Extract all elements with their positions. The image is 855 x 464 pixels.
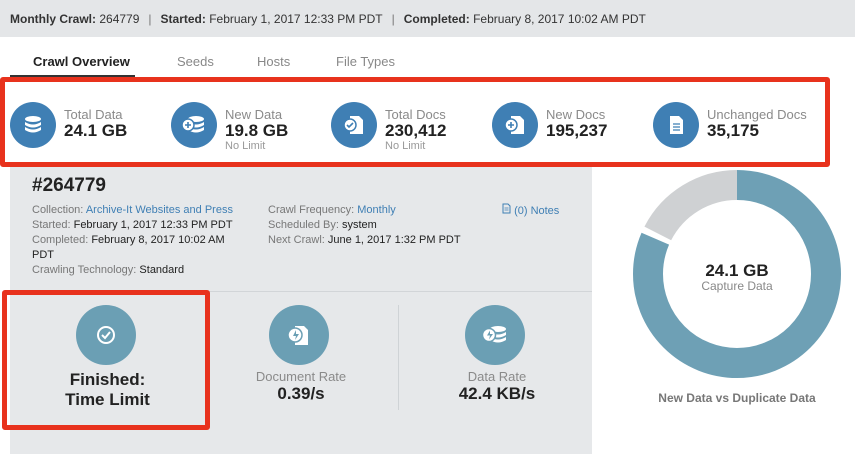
data-rate-icon xyxy=(465,305,525,365)
frequency-label: Crawl Frequency: xyxy=(268,204,355,216)
frequency-link[interactable]: Monthly xyxy=(357,204,396,216)
stat-limit: No Limit xyxy=(225,140,266,152)
started-label: Started: xyxy=(160,11,206,26)
document-rate-icon xyxy=(269,305,329,365)
tab-seeds[interactable]: Seeds xyxy=(177,54,214,69)
crawl-meta-right: Crawl Frequency: Monthly Scheduled By: s… xyxy=(268,203,498,248)
stat-value: 24.1 GB xyxy=(64,121,128,140)
donut-title: New Data vs Duplicate Data xyxy=(658,391,816,405)
stat-label: Total Docs xyxy=(385,107,446,122)
document-rate-value: 0.39/s xyxy=(277,384,325,403)
tab-crawl-overview[interactable]: Crawl Overview xyxy=(33,54,130,69)
collection-link[interactable]: Archive-It Websites and Press xyxy=(86,204,233,216)
next-crawl-value: June 1, 2017 1:32 PM PDT xyxy=(327,234,461,246)
stat-label: Total Data xyxy=(64,107,123,122)
document-rate-label: Document Rate xyxy=(255,369,347,384)
donut-center-value: 24.1 GB xyxy=(705,261,769,280)
stat-label: New Docs xyxy=(546,107,606,122)
completed-label: Completed: xyxy=(403,11,470,26)
completed-label: Completed: xyxy=(32,234,89,246)
started-value: February 1, 2017 12:33 PM PDT xyxy=(73,219,233,231)
completed-value: February 8, 2017 10:02 AM xyxy=(91,234,225,246)
donut-center-label: Capture Data xyxy=(701,279,773,293)
completed-value: February 8, 2017 10:02 AM PDT xyxy=(473,11,646,26)
status-highlight-box xyxy=(2,290,210,430)
separator: | xyxy=(148,11,152,26)
scheduled-label: Scheduled By: xyxy=(268,219,339,231)
stat-value: 230,412 xyxy=(385,121,447,140)
stat-value: 19.8 GB xyxy=(225,121,289,140)
stat-value: 35,175 xyxy=(707,121,759,140)
collection-label: Collection: xyxy=(32,204,84,216)
document-add-icon xyxy=(492,102,538,148)
notes-link[interactable]: (0) Notes xyxy=(502,203,559,217)
started-label: Started: xyxy=(32,219,71,231)
data-rate-value: 42.4 KB/s xyxy=(458,384,536,403)
scheduled-value: system xyxy=(342,219,377,231)
crawl-number: 264779 xyxy=(99,11,140,26)
tab-hosts[interactable]: Hosts xyxy=(257,54,290,69)
notes-icon xyxy=(502,203,511,214)
next-crawl-label: Next Crawl: xyxy=(268,234,325,246)
stat-label: New Data xyxy=(225,107,283,122)
crawl-meta-left: Collection: Archive-It Websites and Pres… xyxy=(32,203,267,278)
document-icon xyxy=(653,102,699,148)
crawl-label: Monthly Crawl: xyxy=(10,11,96,26)
database-icon xyxy=(10,102,56,148)
started-value: February 1, 2017 12:33 PM PDT xyxy=(209,11,383,26)
tab-file-types[interactable]: File Types xyxy=(336,54,395,69)
rate-divider xyxy=(398,305,399,410)
stat-limit: No Limit xyxy=(385,140,426,152)
separator: | xyxy=(391,11,395,26)
crawl-id-heading: #264779 xyxy=(32,175,106,196)
tab-bar: Crawl Overview Seeds Hosts File Types xyxy=(0,37,855,77)
technology-value: Standard xyxy=(139,264,185,276)
crawl-summary-bar: Monthly Crawl: 264779 | Started: Februar… xyxy=(0,0,855,37)
stats-row: Total Data 24.1 GB New Data 19.8 GB No L… xyxy=(0,77,830,167)
data-rate-label: Data Rate xyxy=(467,369,527,384)
stat-value: 195,237 xyxy=(546,121,608,140)
technology-label: Crawling Technology: xyxy=(32,264,137,276)
document-check-icon xyxy=(331,102,377,148)
notes-label: (0) Notes xyxy=(514,205,560,217)
completed-value-cont: PDT xyxy=(32,249,54,261)
stat-label: Unchanged Docs xyxy=(707,107,807,122)
database-add-icon xyxy=(171,102,217,148)
